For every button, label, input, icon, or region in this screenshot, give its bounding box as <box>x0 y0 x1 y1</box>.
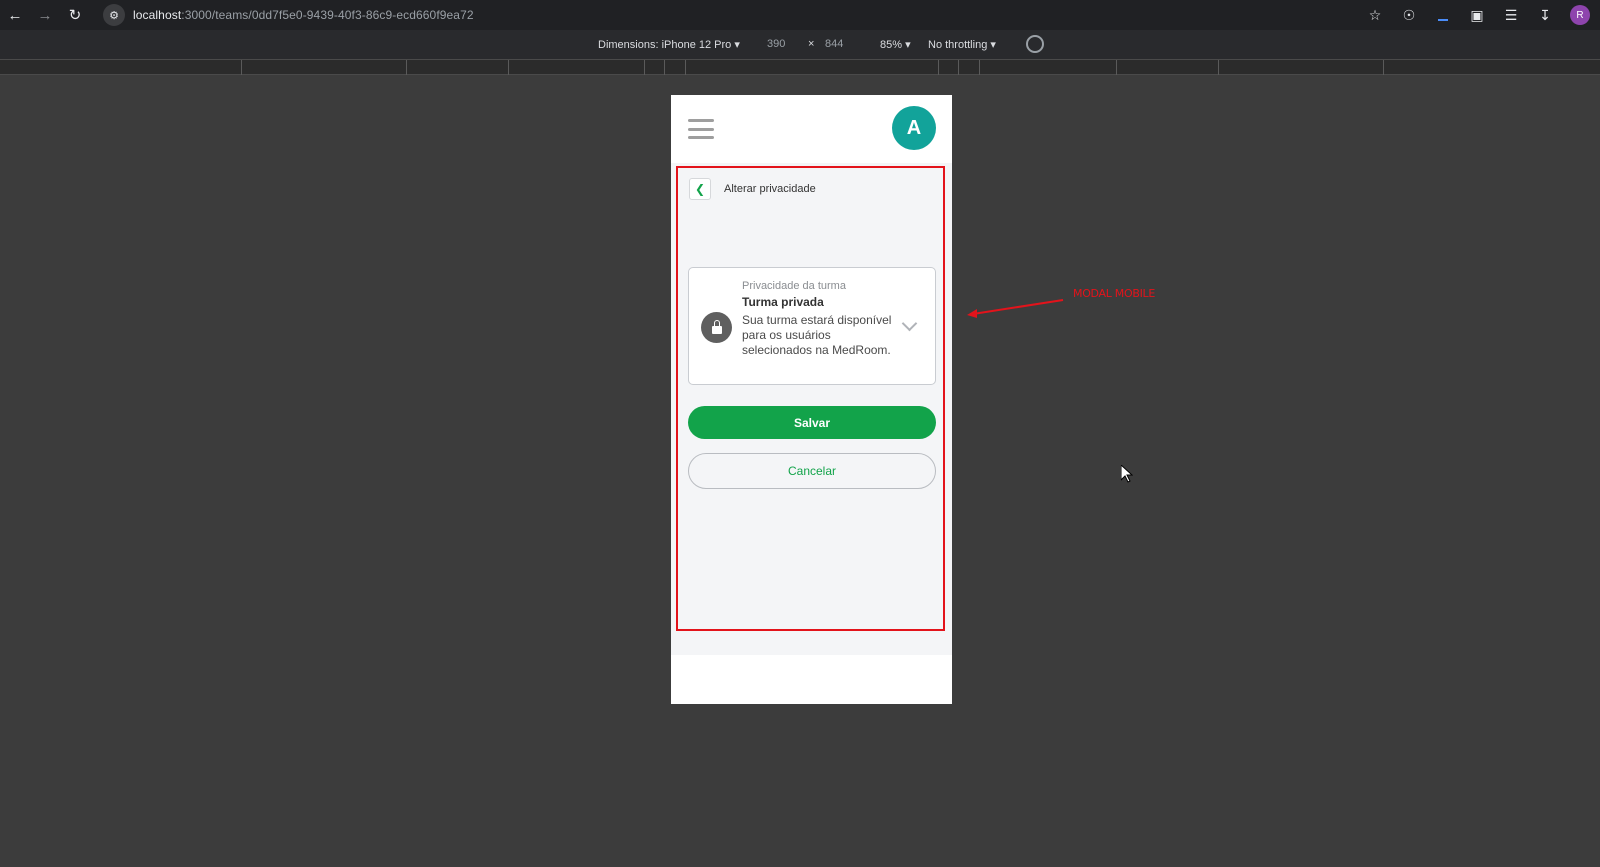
zoom-dropdown[interactable]: 85% ▾ <box>880 38 911 51</box>
profile-avatar[interactable]: R <box>1570 5 1590 25</box>
browser-actions: ☆ ☉ ▣ ☰ ↧ R <box>1358 0 1590 30</box>
download-icon[interactable]: ↧ <box>1532 2 1558 28</box>
lightbulb-icon[interactable]: ☉ <box>1396 2 1422 28</box>
mouse-cursor-icon <box>1121 465 1133 483</box>
viewport-height-input[interactable]: 844 <box>825 38 843 50</box>
extensions-icon[interactable]: ▣ <box>1464 2 1490 28</box>
device-toolbar: Dimensions: iPhone 12 Pro ▾ 390 × 844 85… <box>0 30 1600 59</box>
media-query-ruler[interactable] <box>0 59 1600 75</box>
user-avatar[interactable]: A <box>892 106 936 150</box>
bookmark-star-icon[interactable]: ☆ <box>1362 2 1388 28</box>
forward-arrow-icon[interactable]: → <box>30 0 60 30</box>
page-bottom-area <box>671 655 952 704</box>
throttling-dropdown[interactable]: No throttling ▾ <box>928 38 996 51</box>
annotation-highlight-box <box>676 166 945 631</box>
dimensions-dropdown[interactable]: Dimensions: iPhone 12 Pro ▾ <box>598 38 740 51</box>
rotate-device-icon[interactable] <box>1026 35 1044 53</box>
media-queue-icon[interactable]: ☰ <box>1498 2 1524 28</box>
url-text: localhost:3000/teams/0dd7f5e0-9439-40f3-… <box>133 8 474 22</box>
reload-icon[interactable]: ↻ <box>60 0 90 30</box>
annotation-arrow-icon <box>967 299 1064 318</box>
site-info-icon[interactable]: ⚙ <box>103 4 125 26</box>
address-bar[interactable]: ⚙ localhost:3000/teams/0dd7f5e0-9439-40f… <box>103 3 474 27</box>
viewport-width-input[interactable]: 390 <box>767 38 785 50</box>
annotation-label: MODAL MOBILE <box>1073 287 1155 300</box>
hamburger-menu-icon[interactable] <box>688 119 714 139</box>
dimension-times: × <box>808 38 815 50</box>
back-arrow-icon[interactable]: ← <box>0 0 30 30</box>
minimize-indicator-icon[interactable] <box>1430 2 1456 28</box>
app-header: A <box>671 95 952 163</box>
browser-toolbar: ← → ↻ ⚙ localhost:3000/teams/0dd7f5e0-94… <box>0 0 1600 30</box>
